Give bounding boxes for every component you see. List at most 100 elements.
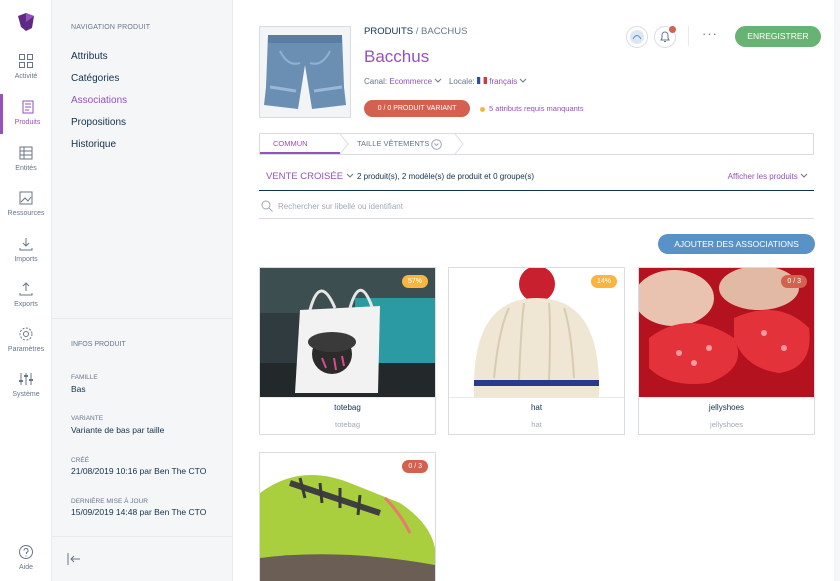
nav-link-history[interactable]: Historique [71,139,116,150]
column-title: NAVIGATION PRODUIT [71,24,151,31]
tab-taille-vetements[interactable]: TAILLE VÊTEMENTS [357,134,443,154]
menu-label: Paramètres [7,346,45,353]
assets-icon [19,191,33,205]
variant-label: VARIANTE [71,415,104,422]
akeneo-logo[interactable] [14,10,38,34]
menu-label: Système [12,391,40,398]
completeness-badge: 0 / 3 [402,460,428,473]
page-title: Bacchus [364,47,430,66]
product-card-identifier: jellyshoes [710,420,743,429]
main-menu: Activité Produits Entités Ressources Imp… [0,0,52,581]
collapse-column-icon[interactable] [66,551,82,567]
menu-item-assets[interactable]: Ressources [0,190,52,232]
user-avatar-button[interactable] [626,26,648,48]
nav-link-associations[interactable]: Associations [71,95,127,106]
product-image: 14% [449,268,624,397]
column-divider [52,318,233,319]
app: Activité Produits Entités Ressources Imp… [0,0,840,581]
association-type-label: VENTE CROISÉE [266,171,344,182]
notifications-button[interactable] [654,26,676,48]
locale-label: Locale: [448,77,475,86]
chevron-down-icon [346,173,354,178]
save-button[interactable]: ENREGISTRER [735,26,821,47]
search-bar [259,195,814,219]
chevron-down-icon [800,173,808,178]
family-label: FAMILLE [71,374,98,381]
menu-item-activity[interactable]: Activité [0,53,52,95]
context-switchers: Canal: Ecommerce Locale: français [364,77,527,86]
product-card-jellyshoes[interactable]: 0 / 3 jellyshoes jellyshoes [638,267,815,435]
variant-count-badge[interactable]: 0 / 0 PRODUIT VARIANT [364,100,470,117]
updated-label: DERNIÈRE MISE À JOUR [71,498,148,505]
dashboard-icon [19,54,33,68]
nav-link-categories[interactable]: Catégories [71,73,119,84]
locale-switcher[interactable]: français [489,77,517,86]
breadcrumb-separator: / [413,26,422,37]
menu-item-products[interactable]: Produits [0,94,52,134]
menu-label: Ressources [7,210,45,217]
variant-value: Variante de bas par taille [71,425,165,435]
search-icon [261,200,273,212]
export-icon [19,282,33,296]
main-content: PRODUITS / BACCHUS Bacchus Canal: Ecomme… [234,0,840,581]
tab-arrows [339,134,464,154]
product-card-shoe[interactable]: 0 / 3 [259,452,436,581]
family-value: Bas [71,384,86,394]
missing-attributes[interactable]: 5 attributs requis manquants [480,104,584,113]
show-products-label: Afficher les produits [727,172,798,181]
chevron-down-icon [434,78,442,83]
entities-icon [19,146,33,160]
column-divider [52,536,233,537]
completeness-badge: 0 / 3 [781,275,807,288]
product-card-hat[interactable]: 14% hat hat [448,267,625,435]
association-type-selector[interactable]: VENTE CROISÉE [266,171,354,182]
product-card-totebag[interactable]: 57% totebag totebag [259,267,436,435]
menu-label: Entités [15,165,37,172]
completeness-badge: 57% [401,275,428,288]
chevron-down-icon [520,78,527,83]
menu-label: Aide [18,564,33,571]
product-thumbnail[interactable] [259,26,351,118]
shorts-image [260,27,350,117]
notification-dot [669,26,676,33]
menu-item-exports[interactable]: Exports [0,281,52,323]
search-input[interactable] [278,199,798,213]
product-card-label: jellyshoes [639,397,814,417]
avatar-icon [630,30,644,44]
breadcrumb-root[interactable]: PRODUITS [364,26,413,37]
product-card-label: hat [449,397,624,417]
product-card-label: totebag [260,397,435,417]
created-value: 21/08/2019 10:16 par Ben The CTO [71,466,207,476]
more-actions-button[interactable]: ··· [702,26,718,41]
created-label: CRÉÉ [71,457,90,464]
product-navigation-column: NAVIGATION PRODUIT Attributs Catégories … [52,0,233,581]
product-card-identifier: totebag [334,420,361,429]
menu-item-imports[interactable]: Imports [0,236,52,278]
menu-label: Produits [14,119,41,126]
tab-commun[interactable]: COMMUN [260,134,340,154]
nav-link-proposals[interactable]: Propositions [71,117,126,128]
product-card-identifier: hat [531,420,542,429]
scrollbar[interactable] [834,0,840,581]
nav-link-attributes[interactable]: Attributs [71,51,108,62]
breadcrumb: PRODUITS / BACCHUS [364,26,467,37]
product-image: 0 / 3 [260,453,435,581]
products-icon [22,100,33,114]
menu-item-help[interactable]: Aide [0,544,52,581]
gear-icon [19,327,33,341]
menu-item-entities[interactable]: Entités [0,145,52,187]
attribute-group-tabs: COMMUN TAILLE VÊTEMENTS [259,133,814,155]
channel-label: Canal: [364,77,388,86]
add-associations-button[interactable]: AJOUTER DES ASSOCIATIONS [658,234,815,254]
menu-item-system[interactable]: Système [0,371,52,413]
association-count: 2 produit(s), 2 modèle(s) de produit et … [357,172,534,181]
completeness-badge: 14% [590,275,617,288]
sliders-icon [19,373,33,385]
channel-switcher[interactable]: Ecommerce [389,77,432,86]
menu-label: Imports [14,256,38,263]
menu-item-settings[interactable]: Paramètres [0,326,52,368]
chevron-down-circle-icon [431,138,443,150]
product-image: 0 / 3 [639,268,814,397]
tab-label: TAILLE VÊTEMENTS [357,139,430,148]
show-products-dropdown[interactable]: Afficher les produits [728,172,808,181]
